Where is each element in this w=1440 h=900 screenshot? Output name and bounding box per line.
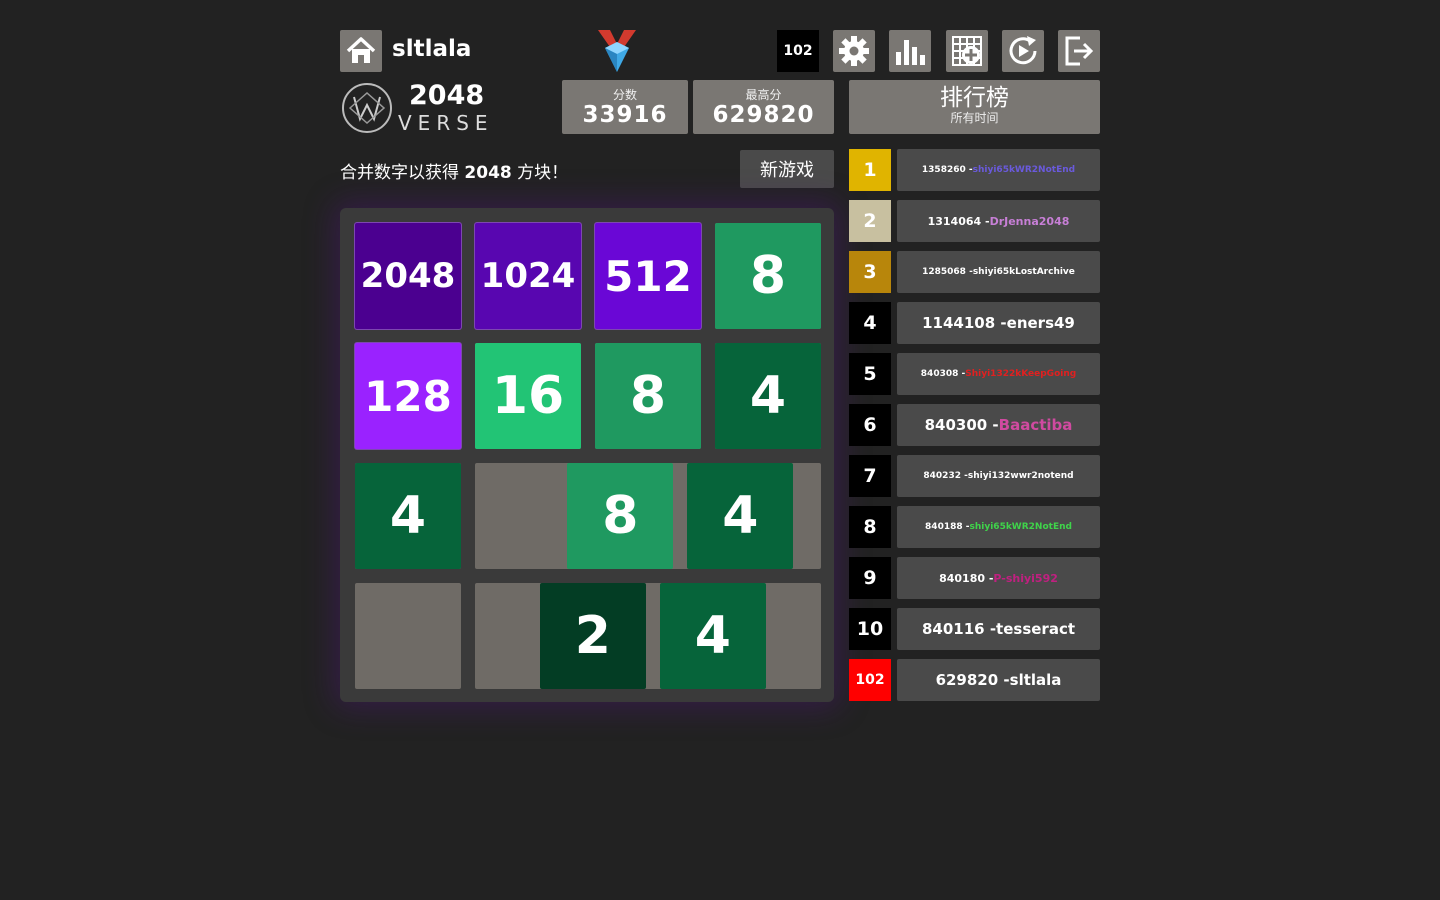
leaderboard-rank: 2 xyxy=(849,200,891,242)
leaderboard-entry[interactable]: 840300 - Baactiba xyxy=(897,404,1100,446)
leaderboard-rank: 7 xyxy=(849,455,891,497)
leaderboard-rank: 6 xyxy=(849,404,891,446)
leaderboard-score: 840300 - xyxy=(924,416,999,434)
leaderboard-player-name: Shiyi1322kKeepGoing xyxy=(965,369,1077,379)
new-game-button[interactable]: 新游戏 xyxy=(740,150,834,188)
best-value: 629820 xyxy=(712,102,815,128)
logo-title: 2048 xyxy=(409,80,485,111)
board-cell xyxy=(475,463,581,569)
score-value: 33916 xyxy=(582,102,668,128)
medal-icon[interactable] xyxy=(596,28,638,74)
leaderboard-rank: 102 xyxy=(849,659,891,701)
leaderboard-score: 1358260 - xyxy=(921,165,973,175)
logo-emblem-icon xyxy=(340,81,394,135)
add-grid-icon xyxy=(952,36,982,66)
score-label: 分数 xyxy=(612,88,637,102)
leaderboard-header[interactable]: 排行榜 所有时间 xyxy=(849,80,1100,134)
tile: 4 xyxy=(715,343,821,449)
leaderboard-entry[interactable]: 840308 - Shiyi1322kKeepGoing xyxy=(897,353,1100,395)
score-box: 分数 33916 xyxy=(562,80,688,134)
leaderboard-score: 840188 - xyxy=(925,522,970,532)
leaderboard-player-name: shiyi65kWR2NotEnd xyxy=(972,165,1076,175)
leaderboard-rank: 10 xyxy=(849,608,891,650)
leaderboard-score: 629820 - xyxy=(935,671,1010,689)
best-label: 最高分 xyxy=(745,88,782,102)
leaderboard-score: 1144108 - xyxy=(922,314,1007,332)
stats-button[interactable] xyxy=(889,30,931,72)
settings-button[interactable] xyxy=(833,30,875,72)
tile: 8 xyxy=(567,463,674,569)
leaderboard-score: 840116 - xyxy=(921,620,997,638)
leaderboard-score: 840308 - xyxy=(920,369,966,379)
intro-suffix: 方块！ xyxy=(511,163,569,183)
board-cell xyxy=(355,583,461,689)
leaderboard-entry[interactable]: 840116 - tesseract xyxy=(897,608,1100,650)
leaderboard-rank: 8 xyxy=(849,506,891,548)
leaderboard-rank: 1 xyxy=(849,149,891,191)
leaderboard-player-name: sltlala xyxy=(1009,671,1062,689)
rank-badge: 102 xyxy=(777,30,819,72)
leaderboard-rank: 3 xyxy=(849,251,891,293)
leaderboard-entry[interactable]: 1285068 - shiyi65kLostArchive xyxy=(897,251,1100,293)
leaderboard-player-name: eners49 xyxy=(1006,314,1075,332)
logout-icon xyxy=(1065,36,1094,66)
leaderboard-entry[interactable]: 1314064 - DrJenna2048 xyxy=(897,200,1100,242)
tile: 4 xyxy=(687,463,794,569)
leaderboard-score: 1285068 - xyxy=(922,267,973,277)
leaderboard-player-name: shiyi132wwr2notend xyxy=(967,471,1074,481)
leaderboard-entry[interactable]: 629820 - sltlala xyxy=(897,659,1100,701)
settings-icon xyxy=(839,36,869,66)
tile: 512 xyxy=(595,223,701,329)
leaderboard-player-name: tesseract xyxy=(996,620,1076,638)
replay-icon xyxy=(1009,36,1037,65)
tile: 2048 xyxy=(355,223,461,329)
username: sltlala xyxy=(392,36,472,62)
tile: 128 xyxy=(355,343,461,449)
add-grid-button[interactable] xyxy=(946,30,988,72)
intro-prefix: 合并数字以获得 xyxy=(340,163,465,183)
logout-button[interactable] xyxy=(1058,30,1100,72)
leaderboard-player-name: shiyi65kWR2NotEnd xyxy=(969,522,1072,532)
leaderboard-player-name: shiyi65kLostArchive xyxy=(972,267,1075,277)
tile: 16 xyxy=(475,343,581,449)
home-icon xyxy=(346,37,376,63)
leaderboard-title: 排行榜 xyxy=(940,85,1009,111)
leaderboard-rank: 9 xyxy=(849,557,891,599)
leaderboard-player-name: Baactiba xyxy=(998,416,1073,434)
leaderboard-entry[interactable]: 1144108 - eners49 xyxy=(897,302,1100,344)
leaderboard-period: 所有时间 xyxy=(950,111,999,125)
leaderboard-rank: 4 xyxy=(849,302,891,344)
game-board[interactable]: 2048 1024 512 8 128 16 8 4 4 8 4 2 4 xyxy=(340,208,834,702)
replay-button[interactable] xyxy=(1002,30,1044,72)
tile: 4 xyxy=(355,463,461,569)
home-button[interactable] xyxy=(340,30,382,72)
game-intro: 合并数字以获得 2048 方块！ xyxy=(340,158,568,183)
leaderboard-entry[interactable]: 840180 - P-shiyi592 xyxy=(897,557,1100,599)
leaderboard-rank: 5 xyxy=(849,353,891,395)
leaderboard-score: 840180 - xyxy=(939,571,994,585)
logo-subtitle: VERSE xyxy=(398,111,494,135)
tile: 8 xyxy=(715,223,821,329)
leaderboard-score: 1314064 - xyxy=(927,214,990,228)
tile: 8 xyxy=(595,343,701,449)
leaderboard-player-name: P-shiyi592 xyxy=(993,571,1058,585)
tile: 4 xyxy=(659,583,766,689)
leaderboard-player-name: DrJenna2048 xyxy=(989,214,1070,228)
stats-icon xyxy=(896,40,925,65)
leaderboard-entry[interactable]: 840232 - shiyi132wwr2notend xyxy=(897,455,1100,497)
tile: 2 xyxy=(539,583,646,689)
intro-target: 2048 xyxy=(464,163,512,183)
leaderboard-entry[interactable]: 840188 - shiyi65kWR2NotEnd xyxy=(897,506,1100,548)
leaderboard-entry[interactable]: 1358260 - shiyi65kWR2NotEnd xyxy=(897,149,1100,191)
best-score-box: 最高分 629820 xyxy=(693,80,834,134)
leaderboard-score: 840232 - xyxy=(923,471,968,481)
tile: 1024 xyxy=(475,223,581,329)
